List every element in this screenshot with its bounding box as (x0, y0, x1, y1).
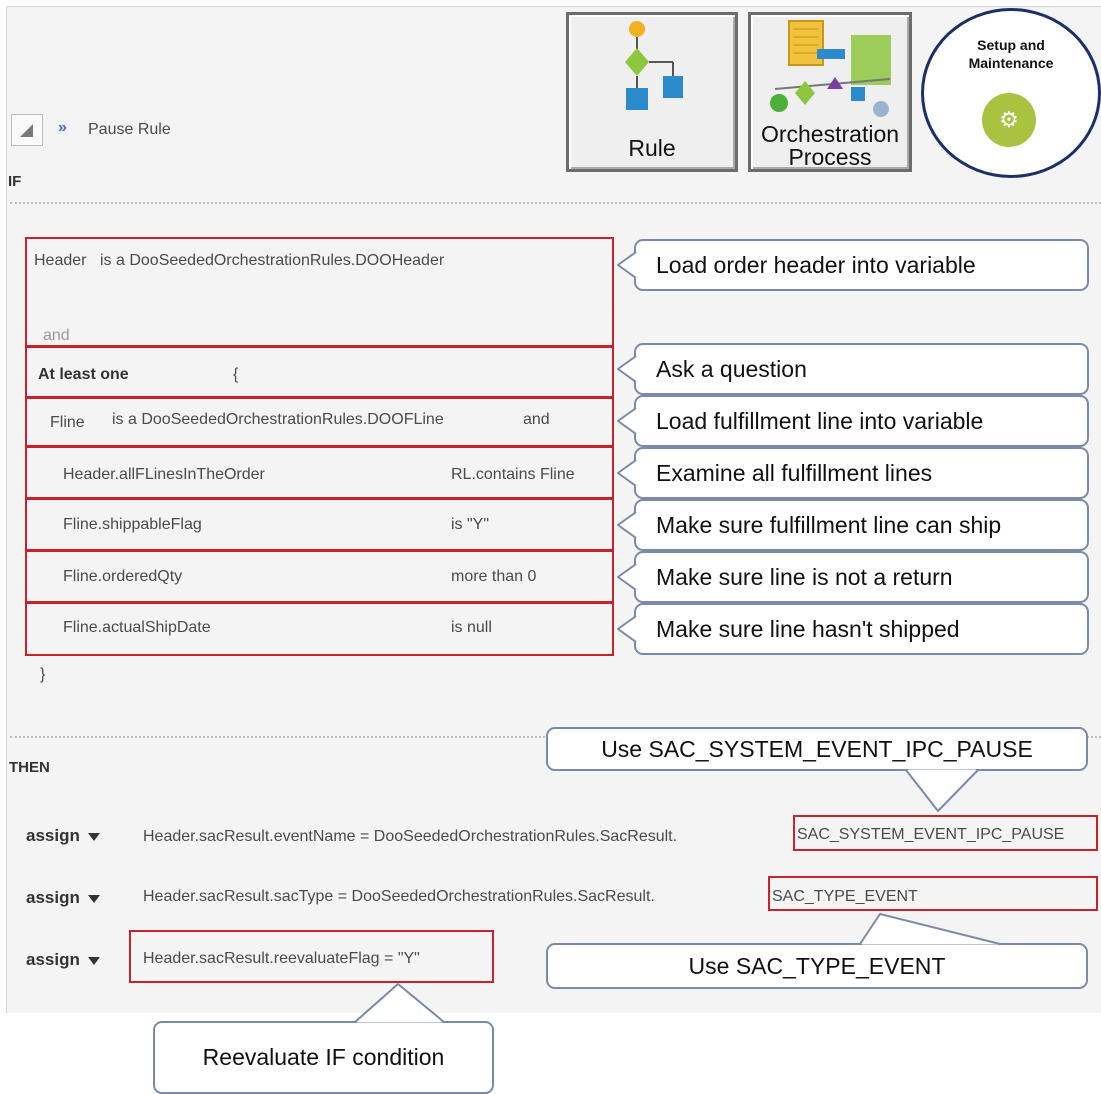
callout-pointers (354, 251, 1001, 1026)
